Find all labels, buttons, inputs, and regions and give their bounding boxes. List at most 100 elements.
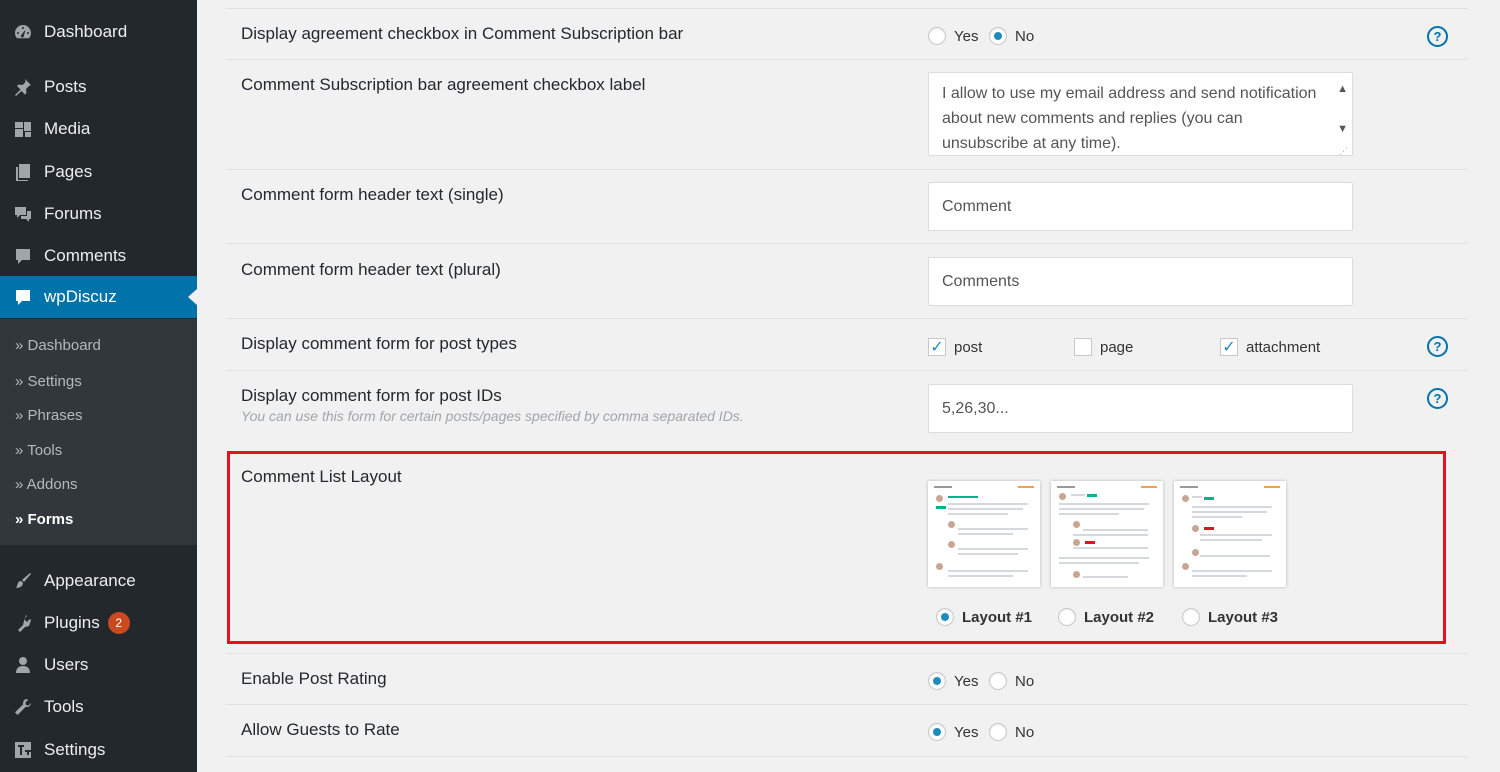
comment-list-layout-label: Comment List Layout	[241, 467, 402, 486]
option-label: Layout #2	[1084, 608, 1155, 626]
layout-2-preview[interactable]	[1051, 481, 1163, 587]
post-ids-hint: You can use this form for certain posts/…	[241, 408, 744, 424]
sidebar-item-label: wpDiscuz	[44, 287, 117, 306]
sidebar-item-pages[interactable]: Pages	[0, 151, 197, 193]
settings-icon	[11, 739, 35, 761]
option-label: No	[1015, 27, 1035, 45]
option-label: post	[954, 338, 983, 356]
sidebar-item-plugins[interactable]: Plugins 2	[0, 602, 197, 644]
sidebar-item-posts[interactable]: Posts	[0, 66, 197, 108]
active-indicator	[188, 289, 197, 305]
layout-3-option[interactable]: Layout #3	[1182, 608, 1278, 626]
post-rating-no-option[interactable]: No	[989, 672, 1034, 690]
option-label: page	[1100, 338, 1134, 356]
post-rating-yes-radio[interactable]	[928, 672, 946, 690]
help-icon[interactable]: ?	[1427, 336, 1448, 357]
layout-1-preview[interactable]	[928, 481, 1040, 587]
agreement-checkbox-label: Display agreement checkbox in Comment Su…	[241, 24, 684, 43]
scroll-up-icon[interactable]: ▲	[1337, 77, 1348, 102]
sidebar-item-label: Media	[44, 119, 91, 138]
admin-sidebar: Dashboard Posts Media Pages Forums Comme…	[0, 0, 197, 772]
submenu-item-addons[interactable]: » Addons	[15, 476, 78, 493]
comment-icon	[11, 286, 35, 308]
row-divider	[226, 318, 1468, 319]
sidebar-item-label: Comments	[44, 246, 127, 265]
sidebar-item-label: Posts	[44, 77, 87, 96]
post-rating-no-radio[interactable]	[989, 672, 1007, 690]
layout-1-radio[interactable]	[936, 608, 954, 626]
sidebar-item-label: Forums	[44, 204, 102, 223]
option-label: Layout #3	[1208, 608, 1279, 626]
header-single-input[interactable]: Comment	[928, 182, 1353, 231]
sidebar-item-tools[interactable]: Tools	[0, 686, 197, 728]
post-type-page-checkbox[interactable]	[1074, 338, 1092, 356]
post-type-post-option[interactable]: ✓ post	[928, 338, 982, 356]
layout-2-option[interactable]: Layout #2	[1058, 608, 1154, 626]
sidebar-item-label: Pages	[44, 162, 93, 181]
post-type-post-checkbox[interactable]: ✓	[928, 338, 946, 356]
submenu-item-settings[interactable]: » Settings	[15, 373, 82, 390]
textarea-value: I allow to use my email address and send…	[942, 85, 1317, 152]
agreement-yes-radio[interactable]	[928, 27, 946, 45]
guests-rate-label: Allow Guests to Rate	[241, 720, 400, 739]
guests-rate-yes-option[interactable]: Yes	[928, 723, 978, 741]
layout-3-preview[interactable]	[1174, 481, 1286, 587]
option-label: Yes	[954, 672, 979, 690]
comment-icon	[11, 245, 35, 267]
layout-3-radio[interactable]	[1182, 608, 1200, 626]
option-label: No	[1015, 672, 1035, 690]
sidebar-item-appearance[interactable]: Appearance	[0, 560, 197, 602]
sidebar-item-media[interactable]: Media	[0, 108, 197, 150]
row-divider	[226, 756, 1468, 757]
guests-rate-no-radio[interactable]	[989, 723, 1007, 741]
dashboard-icon	[11, 21, 35, 43]
layout-2-radio[interactable]	[1058, 608, 1076, 626]
submenu-item-tools[interactable]: » Tools	[15, 442, 62, 459]
option-label: Layout #1	[962, 608, 1033, 626]
agreement-yes-option[interactable]: Yes	[928, 27, 978, 45]
plugins-update-badge: 2	[107, 612, 130, 634]
sidebar-item-label: Users	[44, 655, 89, 674]
post-type-attachment-checkbox[interactable]: ✓	[1220, 338, 1238, 356]
row-divider	[226, 59, 1468, 60]
agreement-no-option[interactable]: No	[989, 27, 1034, 45]
submenu-item-phrases[interactable]: » Phrases	[15, 407, 83, 424]
sidebar-item-forums[interactable]: Forums	[0, 193, 197, 235]
pin-icon	[11, 76, 35, 98]
post-ids-label: Display comment form for post IDs	[241, 386, 502, 405]
post-rating-yes-option[interactable]: Yes	[928, 672, 978, 690]
post-type-attachment-option[interactable]: ✓ attachment	[1220, 338, 1320, 356]
sidebar-item-dashboard[interactable]: Dashboard	[0, 11, 197, 53]
sidebar-item-label: Tools	[44, 697, 84, 716]
layout-1-option[interactable]: Layout #1	[936, 608, 1032, 626]
user-icon	[11, 654, 35, 676]
sidebar-item-comments[interactable]: Comments	[0, 235, 197, 277]
header-plural-input[interactable]: Comments	[928, 257, 1353, 306]
post-type-page-option[interactable]: page	[1074, 338, 1133, 356]
post-ids-input[interactable]: 5,26,30...	[928, 384, 1353, 433]
sidebar-item-wpdiscuz[interactable]: wpDiscuz	[0, 276, 197, 318]
option-label: Yes	[954, 27, 979, 45]
plugin-icon	[11, 612, 35, 634]
submenu-item-dashboard[interactable]: » Dashboard	[15, 337, 101, 354]
guests-rate-no-option[interactable]: No	[989, 723, 1034, 741]
header-plural-label: Comment form header text (plural)	[241, 260, 501, 279]
row-divider	[226, 653, 1468, 654]
sidebar-item-settings[interactable]: Settings	[0, 729, 197, 771]
sidebar-item-users[interactable]: Users	[0, 644, 197, 686]
option-label: attachment	[1246, 338, 1321, 356]
sidebar-item-label: Appearance	[44, 571, 136, 590]
resize-handle-icon[interactable]: ⋰	[1339, 139, 1348, 155]
row-divider	[226, 169, 1468, 170]
option-label: Yes	[954, 723, 979, 741]
wrench-icon	[11, 696, 35, 718]
help-icon[interactable]: ?	[1427, 26, 1448, 47]
media-icon	[11, 118, 35, 140]
help-icon[interactable]: ?	[1427, 388, 1448, 409]
agreement-label-textarea[interactable]: I allow to use my email address and send…	[928, 72, 1353, 156]
agreement-label-setting: Comment Subscription bar agreement check…	[241, 75, 646, 94]
guests-rate-yes-radio[interactable]	[928, 723, 946, 741]
submenu-item-forms[interactable]: » Forms	[15, 511, 73, 528]
pages-icon	[11, 161, 35, 183]
agreement-no-radio[interactable]	[989, 27, 1007, 45]
